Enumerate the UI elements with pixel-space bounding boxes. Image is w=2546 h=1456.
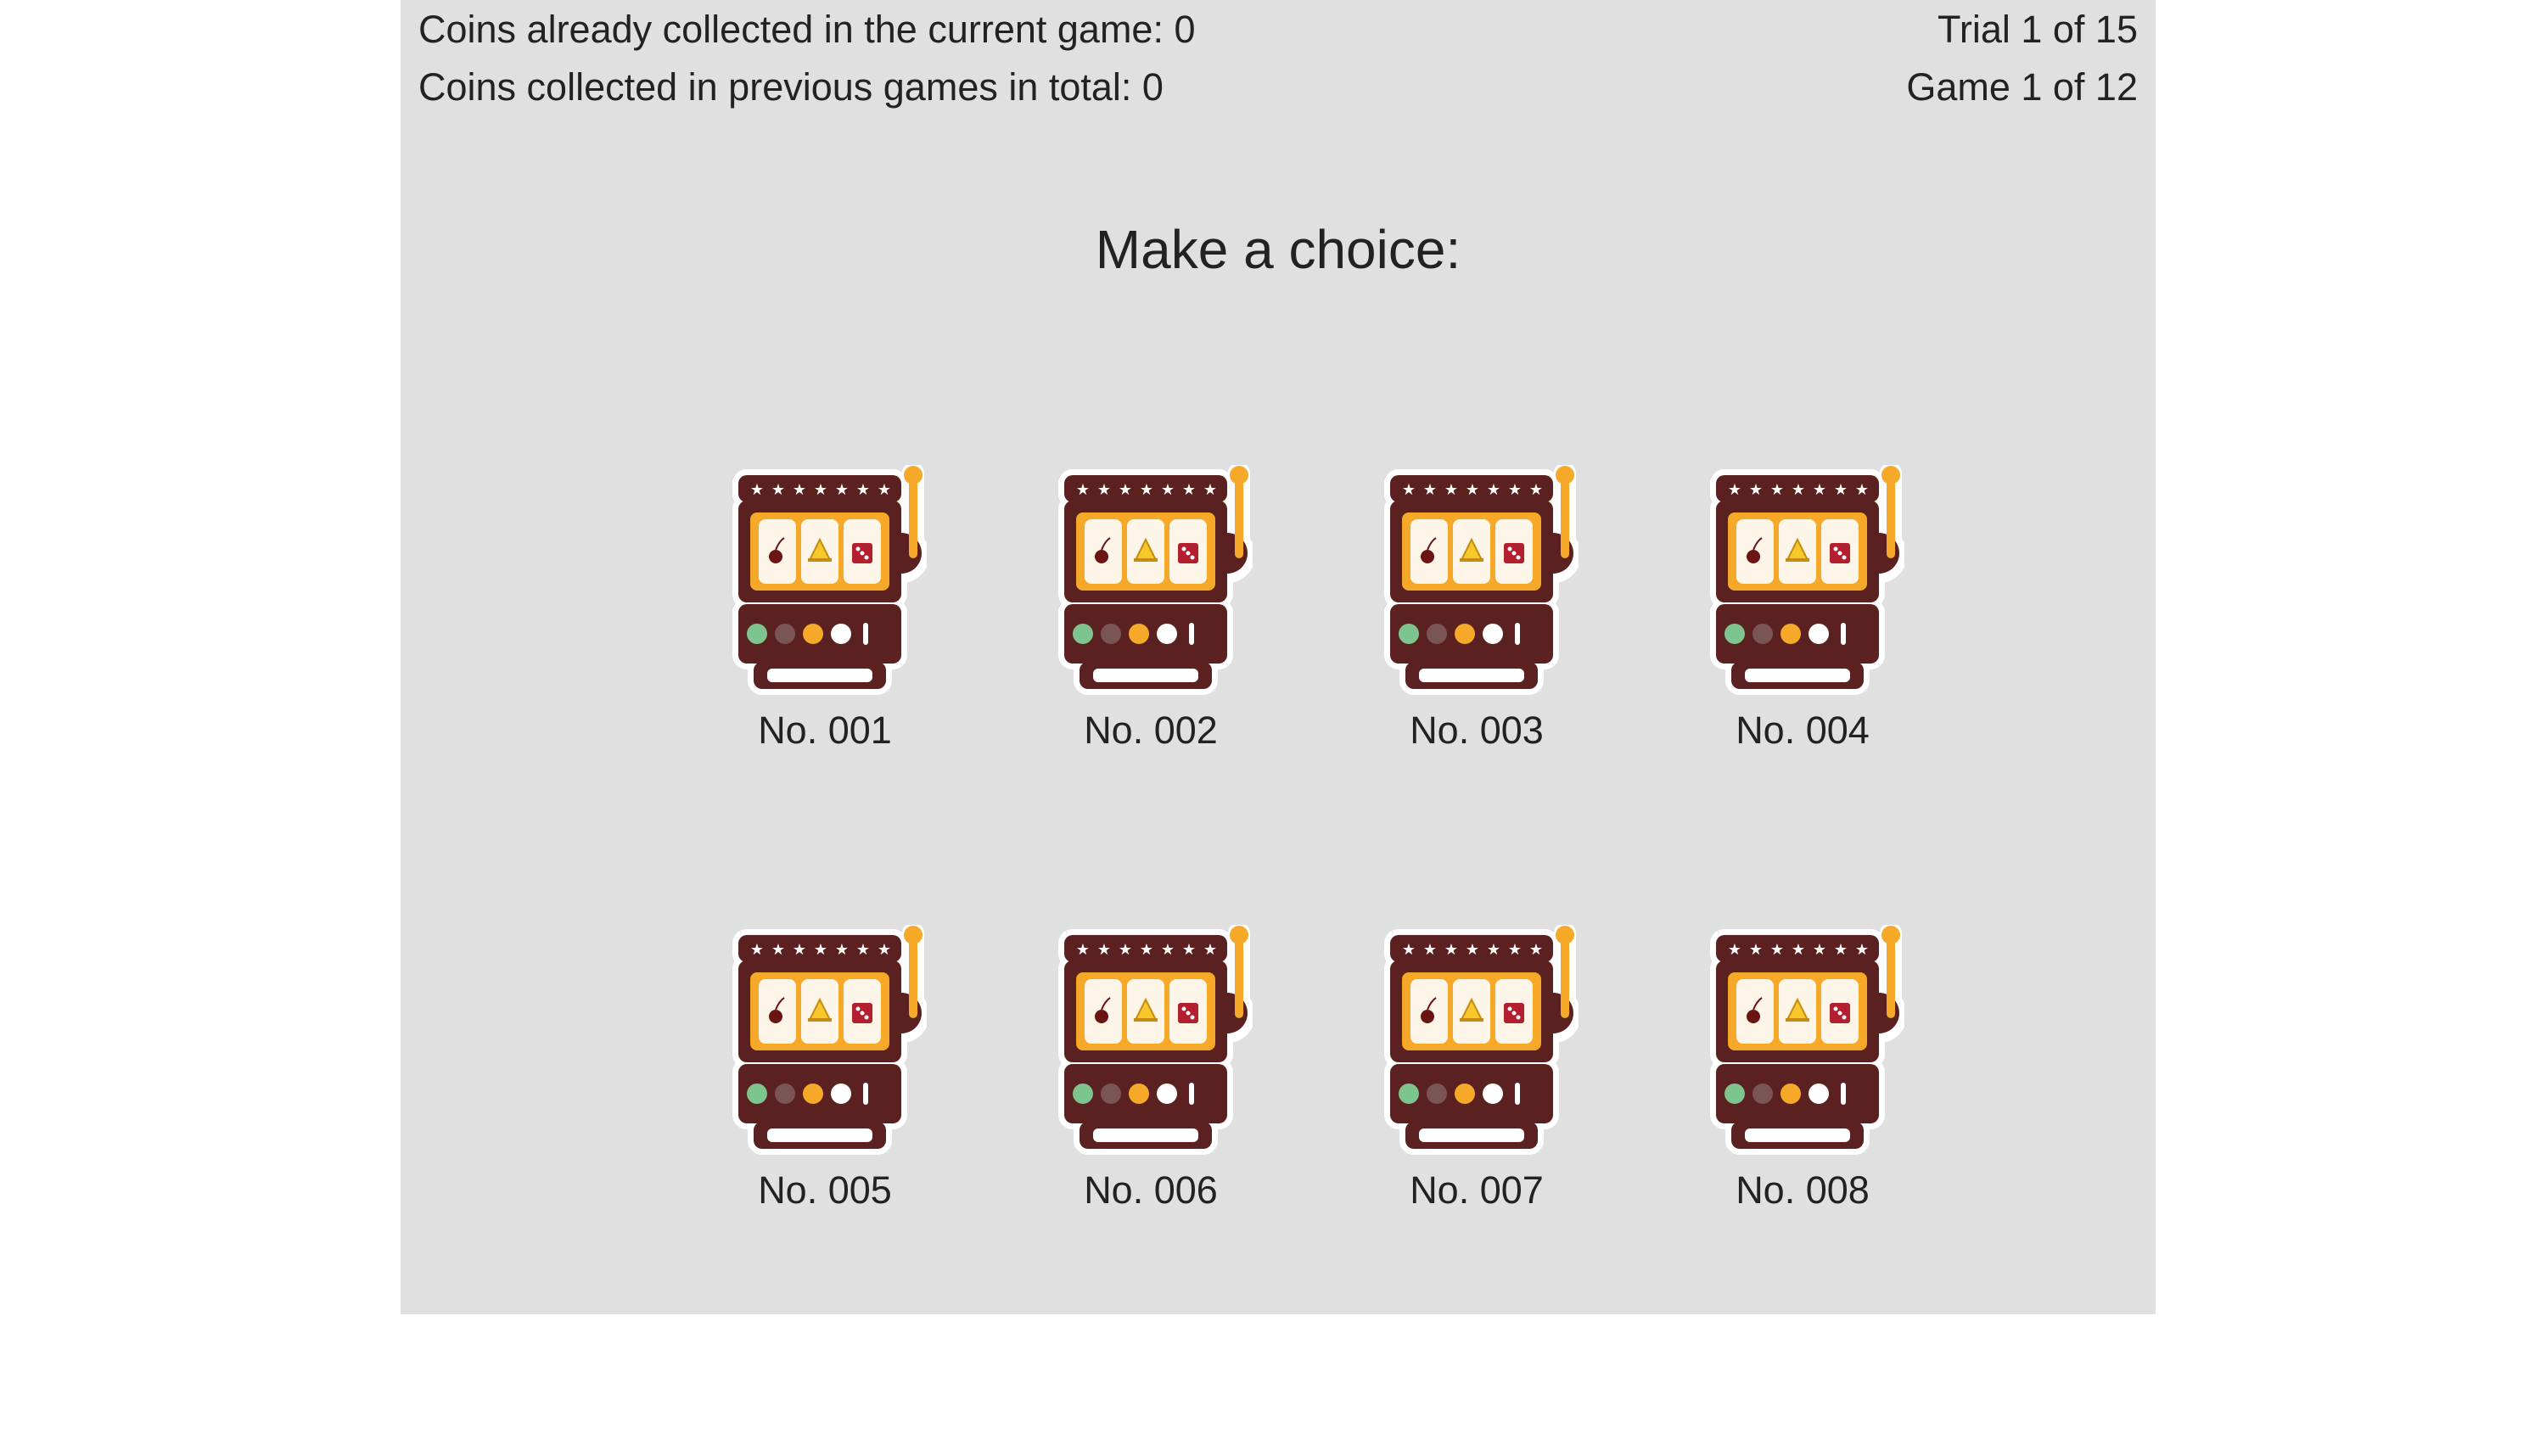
svg-text:★: ★ bbox=[750, 481, 764, 499]
svg-text:★: ★ bbox=[1728, 481, 1741, 499]
svg-text:★: ★ bbox=[793, 941, 806, 959]
svg-text:★: ★ bbox=[1508, 941, 1522, 959]
svg-text:★: ★ bbox=[1834, 941, 1848, 959]
slot-machine-label: No. 005 bbox=[758, 1168, 892, 1212]
svg-text:★: ★ bbox=[1792, 941, 1805, 959]
svg-text:★: ★ bbox=[1770, 481, 1784, 499]
slot-machine-option[interactable]: ★ ★ ★ ★ ★ ★ ★ No. 001 bbox=[681, 465, 969, 787]
svg-text:★: ★ bbox=[1076, 941, 1090, 959]
svg-text:★: ★ bbox=[1444, 481, 1458, 499]
svg-text:★: ★ bbox=[1749, 941, 1763, 959]
svg-text:★: ★ bbox=[1140, 481, 1153, 499]
svg-text:★: ★ bbox=[1423, 941, 1437, 959]
slot-machine-label: No. 008 bbox=[1736, 1168, 1870, 1212]
svg-text:★: ★ bbox=[1508, 481, 1522, 499]
svg-text:★: ★ bbox=[1855, 481, 1869, 499]
slot-machine-option[interactable]: ★ ★ ★ ★ ★ ★ ★ No. 003 bbox=[1332, 465, 1621, 787]
svg-text:★: ★ bbox=[835, 941, 849, 959]
svg-text:★: ★ bbox=[1855, 941, 1869, 959]
svg-text:★: ★ bbox=[1466, 481, 1479, 499]
choice-prompt: Make a choice: bbox=[1095, 219, 1461, 280]
svg-text:★: ★ bbox=[1813, 941, 1826, 959]
slot-machine-label: No. 003 bbox=[1410, 708, 1544, 752]
svg-text:★: ★ bbox=[1140, 941, 1153, 959]
slot-machine-option[interactable]: ★ ★ ★ ★ ★ ★ ★ No. 008 bbox=[1658, 925, 1947, 1247]
svg-text:★: ★ bbox=[771, 481, 785, 499]
svg-text:★: ★ bbox=[1402, 481, 1416, 499]
game-counter-text: Game 1 of 12 bbox=[1906, 65, 2138, 109]
svg-text:★: ★ bbox=[1749, 481, 1763, 499]
svg-text:★: ★ bbox=[1487, 481, 1500, 499]
svg-text:★: ★ bbox=[1728, 941, 1741, 959]
svg-text:★: ★ bbox=[1466, 941, 1479, 959]
svg-text:★: ★ bbox=[1097, 941, 1111, 959]
svg-text:★: ★ bbox=[1813, 481, 1826, 499]
svg-text:★: ★ bbox=[1097, 481, 1111, 499]
svg-text:★: ★ bbox=[814, 481, 827, 499]
svg-text:★: ★ bbox=[1182, 941, 1196, 959]
slot-machine-option[interactable]: ★ ★ ★ ★ ★ ★ ★ No. 005 bbox=[681, 925, 969, 1247]
svg-text:★: ★ bbox=[793, 481, 806, 499]
svg-text:★: ★ bbox=[1119, 481, 1132, 499]
svg-text:★: ★ bbox=[1119, 941, 1132, 959]
svg-text:★: ★ bbox=[1834, 481, 1848, 499]
slot-machine-option[interactable]: ★ ★ ★ ★ ★ ★ ★ No. 004 bbox=[1658, 465, 1947, 787]
svg-text:★: ★ bbox=[814, 941, 827, 959]
svg-text:★: ★ bbox=[878, 481, 891, 499]
slot-machine-label: No. 007 bbox=[1410, 1168, 1544, 1212]
slot-machine-label: No. 004 bbox=[1736, 708, 1870, 752]
svg-text:★: ★ bbox=[1203, 941, 1217, 959]
svg-text:★: ★ bbox=[1770, 941, 1784, 959]
svg-text:★: ★ bbox=[1444, 941, 1458, 959]
svg-text:★: ★ bbox=[1161, 481, 1175, 499]
svg-text:★: ★ bbox=[1792, 481, 1805, 499]
svg-text:★: ★ bbox=[1402, 941, 1416, 959]
svg-text:★: ★ bbox=[1182, 481, 1196, 499]
slot-machine-option[interactable]: ★ ★ ★ ★ ★ ★ ★ No. 006 bbox=[1007, 925, 1295, 1247]
svg-text:★: ★ bbox=[1423, 481, 1437, 499]
coins-previous-games-text: Coins collected in previous games in tot… bbox=[418, 65, 1164, 109]
coins-current-game-text: Coins already collected in the current g… bbox=[418, 8, 1196, 51]
svg-text:★: ★ bbox=[750, 941, 764, 959]
svg-text:★: ★ bbox=[771, 941, 785, 959]
svg-text:★: ★ bbox=[835, 481, 849, 499]
slot-machine-option[interactable]: ★ ★ ★ ★ ★ ★ ★ No. 007 bbox=[1332, 925, 1621, 1247]
svg-text:★: ★ bbox=[1487, 941, 1500, 959]
slot-machine-option[interactable]: ★ ★ ★ ★ ★ ★ ★ No. 002 bbox=[1007, 465, 1295, 787]
svg-text:★: ★ bbox=[1161, 941, 1175, 959]
slot-machine-label: No. 001 bbox=[758, 708, 892, 752]
svg-text:★: ★ bbox=[856, 481, 870, 499]
svg-text:★: ★ bbox=[878, 941, 891, 959]
svg-text:★: ★ bbox=[1203, 481, 1217, 499]
slot-machine-label: No. 006 bbox=[1084, 1168, 1218, 1212]
slot-machine-label: No. 002 bbox=[1084, 708, 1218, 752]
svg-text:★: ★ bbox=[856, 941, 870, 959]
game-panel: Coins already collected in the current g… bbox=[401, 0, 2156, 1314]
trial-counter-text: Trial 1 of 15 bbox=[1938, 8, 2138, 51]
svg-text:★: ★ bbox=[1529, 481, 1543, 499]
svg-text:★: ★ bbox=[1076, 481, 1090, 499]
svg-text:★: ★ bbox=[1529, 941, 1543, 959]
